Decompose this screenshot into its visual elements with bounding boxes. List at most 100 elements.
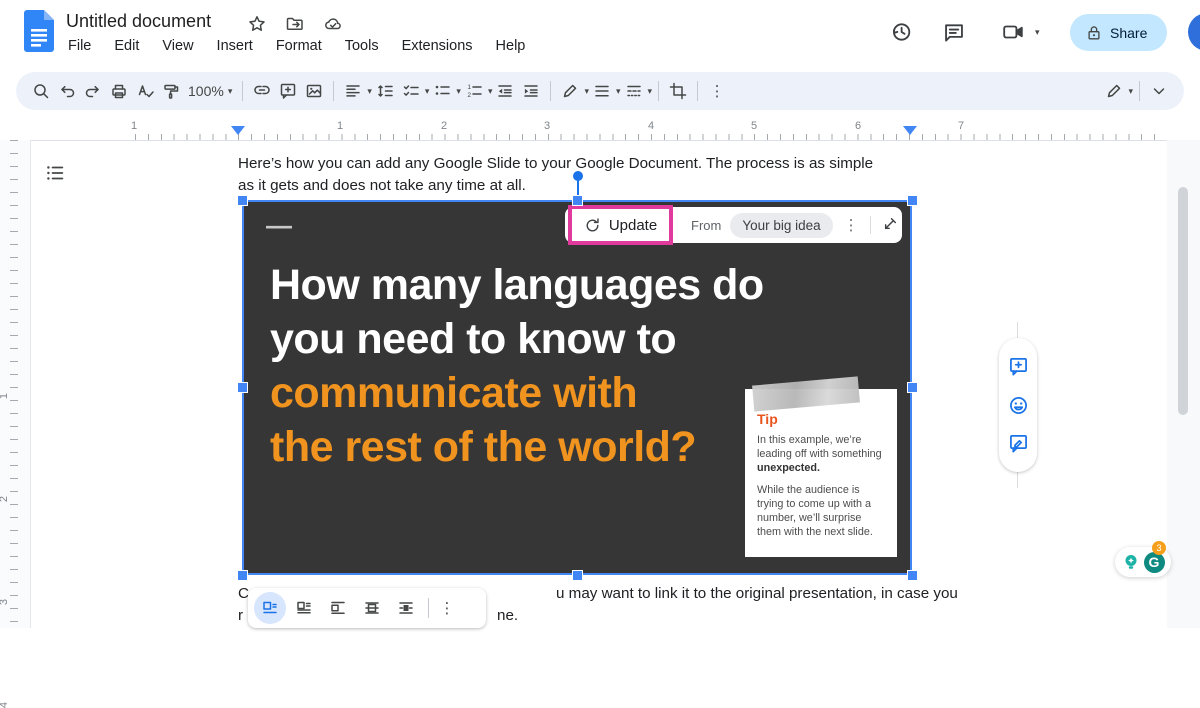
update-button-highlight[interactable]: Update <box>568 205 673 245</box>
version-history-icon[interactable] <box>889 20 913 44</box>
horizontal-ruler[interactable]: 1 1 2 3 4 5 6 7 <box>0 118 1200 141</box>
border-dash-caret-icon[interactable]: ▾ <box>648 87 653 96</box>
border-weight-caret-icon[interactable]: ▾ <box>616 87 621 96</box>
suggest-edits-icon[interactable] <box>1008 433 1029 454</box>
resize-handle-mid-left[interactable] <box>238 383 247 392</box>
add-comment-rail-icon[interactable] <box>1008 356 1029 377</box>
document-outline-icon[interactable] <box>42 160 68 186</box>
ruler-mark: 3 <box>0 599 10 605</box>
toolbar-divider <box>658 81 659 101</box>
grammarly-badge[interactable]: 3 <box>1152 541 1166 555</box>
zoom-caret-icon: ▾ <box>228 87 233 96</box>
editing-mode-icon[interactable] <box>1101 78 1127 105</box>
insert-link-icon[interactable] <box>249 78 275 105</box>
resize-handle-bottom-center[interactable] <box>573 571 582 580</box>
align-icon[interactable] <box>340 78 366 105</box>
right-indent-marker[interactable] <box>903 126 917 135</box>
menu-insert[interactable]: Insert <box>217 38 253 54</box>
ruler-mark: 4 <box>648 120 654 132</box>
crop-image-icon[interactable] <box>665 78 691 105</box>
share-label: Share <box>1110 25 1147 41</box>
menu-file[interactable]: File <box>68 38 91 54</box>
border-dash-icon[interactable] <box>621 78 647 105</box>
comments-icon[interactable] <box>942 20 966 44</box>
border-weight-icon[interactable] <box>589 78 615 105</box>
pill-divider <box>870 216 871 234</box>
editing-mode-caret-icon[interactable]: ▾ <box>1128 87 1133 96</box>
meet-dropdown-caret[interactable]: ▾ <box>1035 28 1040 37</box>
paragraph-line[interactable]: Here’s how you can add any Google Slide … <box>238 153 873 175</box>
ruler-mark: 6 <box>855 120 861 132</box>
google-docs-logo[interactable] <box>24 10 54 52</box>
menu-format[interactable]: Format <box>276 38 322 54</box>
star-icon[interactable] <box>246 13 268 35</box>
share-button[interactable]: Share <box>1070 14 1167 51</box>
resize-handle-top-left[interactable] <box>238 196 247 205</box>
paragraph-fragment[interactable]: ne. <box>497 605 518 627</box>
tip-card: Tip In this example, we’re leading off w… <box>745 389 897 557</box>
emoji-reaction-icon[interactable] <box>1008 395 1029 416</box>
border-color-icon[interactable] <box>557 78 583 105</box>
ruler-ticks <box>135 134 1167 140</box>
cloud-saved-icon[interactable] <box>322 13 344 35</box>
zoom-control[interactable]: 100% ▾ <box>184 83 236 99</box>
numbered-list-icon[interactable]: 12 <box>461 78 487 105</box>
resize-handle-top-center[interactable] <box>573 196 582 205</box>
menu-view[interactable]: View <box>162 38 193 54</box>
paragraph-line[interactable]: as it gets and does not take any time at… <box>238 175 526 197</box>
menu-extensions[interactable]: Extensions <box>402 38 473 54</box>
in-front-of-text-icon[interactable] <box>390 592 422 624</box>
left-indent-marker[interactable] <box>231 126 245 135</box>
image-more-options-icon[interactable]: ⋮ <box>435 592 459 624</box>
resize-handle-bottom-left[interactable] <box>238 571 247 580</box>
toolbar-divider <box>1139 81 1140 101</box>
increase-indent-icon[interactable] <box>518 78 544 105</box>
menu-help[interactable]: Help <box>496 38 526 54</box>
document-title[interactable]: Untitled document <box>66 11 211 32</box>
menu-edit[interactable]: Edit <box>114 38 139 54</box>
ruler-mark: 3 <box>544 120 550 132</box>
move-to-folder-icon[interactable] <box>284 13 306 35</box>
print-icon[interactable] <box>106 78 132 105</box>
more-options-icon[interactable]: ⋮ <box>704 78 730 105</box>
menu-tools[interactable]: Tools <box>345 38 379 54</box>
bulleted-list-icon[interactable] <box>429 78 455 105</box>
rotation-handle[interactable] <box>573 171 583 181</box>
paragraph-fragment[interactable]: u may want to link it to the original pr… <box>556 583 958 605</box>
spelling-check-icon[interactable] <box>132 78 158 105</box>
account-avatar[interactable] <box>1188 13 1200 51</box>
slide-title: How many languages do you need to know t… <box>270 258 764 474</box>
wrap-inline-icon[interactable] <box>254 592 286 624</box>
ruler-mark: 4 <box>0 702 10 708</box>
ruler-mark: 5 <box>751 120 757 132</box>
tip-heading: Tip <box>757 411 885 427</box>
resize-handle-mid-right[interactable] <box>908 383 917 392</box>
decrease-indent-icon[interactable] <box>492 78 518 105</box>
redo-icon[interactable] <box>80 78 106 105</box>
paragraph-fragment[interactable]: r <box>238 605 243 627</box>
meet-video-call-icon[interactable] <box>1001 20 1025 44</box>
from-label: From <box>691 218 721 233</box>
insert-image-icon[interactable] <box>301 78 327 105</box>
wrap-text-icon[interactable] <box>288 592 320 624</box>
linked-object-options-icon[interactable]: ⋮ <box>842 218 861 233</box>
ruler-mark: 2 <box>441 120 447 132</box>
paint-format-icon[interactable] <box>158 78 184 105</box>
checklist-icon[interactable] <box>398 78 424 105</box>
search-menus-icon[interactable] <box>28 78 54 105</box>
ruler-mark: 1 <box>337 120 343 132</box>
add-comment-icon[interactable] <box>275 78 301 105</box>
behind-text-icon[interactable] <box>356 592 388 624</box>
resize-handle-bottom-right[interactable] <box>908 571 917 580</box>
resize-handle-top-right[interactable] <box>908 196 917 205</box>
undo-icon[interactable] <box>54 78 80 105</box>
vertical-scrollbar[interactable] <box>1178 187 1188 415</box>
collapse-icon[interactable] <box>880 217 899 234</box>
slide-title-line: you need to know to <box>270 312 764 366</box>
source-presentation-chip[interactable]: Your big idea <box>730 213 832 238</box>
line-spacing-icon[interactable] <box>372 78 398 105</box>
toolbar-divider <box>697 81 698 101</box>
svg-text:1: 1 <box>467 84 471 91</box>
break-text-icon[interactable] <box>322 592 354 624</box>
hide-menus-chevron-icon[interactable] <box>1146 78 1172 105</box>
